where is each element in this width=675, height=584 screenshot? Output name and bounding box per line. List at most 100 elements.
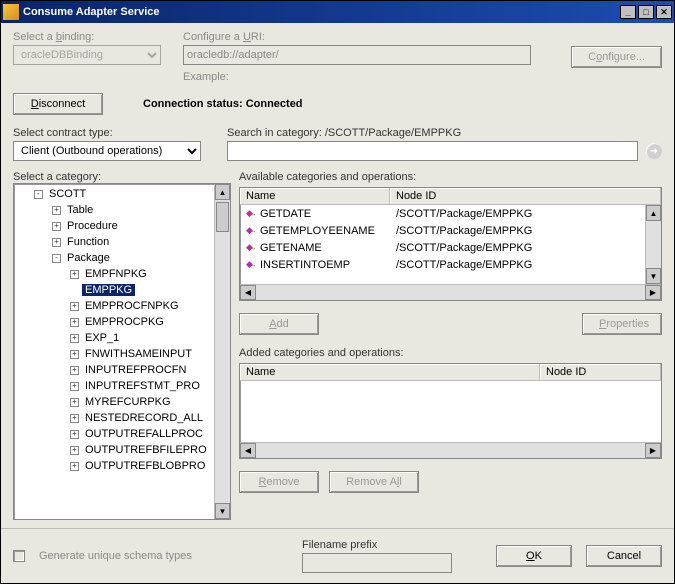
expand-icon[interactable]: + [70,366,79,375]
cancel-button[interactable]: Cancel [586,545,662,567]
category-label: Select a category: [13,171,231,183]
tree-node-label: OUTPUTREFALLPROC [82,428,206,440]
added-header: Name Node ID [240,364,661,381]
collapse-icon[interactable]: - [52,254,61,263]
expand-icon[interactable]: + [70,398,79,407]
tree-node[interactable]: +INPUTREFSTMT_PRO [16,378,214,394]
maximize-button[interactable]: □ [638,5,654,19]
expand-icon[interactable]: + [52,222,61,231]
leaf-icon [70,286,79,295]
tree-node-label: EXP_1 [82,332,122,344]
app-icon [3,4,19,20]
tree-node-label: INPUTREFPROCFN [82,364,189,376]
search-input[interactable] [227,141,638,161]
tree-node[interactable]: +MYREFCURPKG [16,394,214,410]
list-item[interactable]: INSERTINTOEMP/SCOTT/Package/EMPPKG [240,256,645,273]
tree-node[interactable]: -Package [16,250,214,266]
expand-icon[interactable]: + [52,238,61,247]
available-list[interactable]: Name Node ID GETDATE/SCOTT/Package/EMPPK… [239,187,662,301]
tree-node[interactable]: +EMPPROCFNPKG [16,298,214,314]
remove-button[interactable]: Remove [239,471,319,493]
expand-icon[interactable]: + [70,350,79,359]
uri-example-label: Example: [183,71,551,83]
uri-input[interactable] [183,45,531,65]
add-button[interactable]: Add [239,313,319,335]
binding-label: Select a binding: [13,31,163,43]
tree-node-label: SCOTT [46,188,89,200]
tree-node[interactable]: +INPUTREFPROCFN [16,362,214,378]
available-scrollbar[interactable]: ▲ ▼ [645,205,661,284]
list-item[interactable]: GETEMPLOYEENAME/SCOTT/Package/EMPPKG [240,222,645,239]
expand-icon[interactable]: + [70,430,79,439]
window-title: Consume Adapter Service [23,6,618,18]
tree-node[interactable]: +Table [16,202,214,218]
tree-node-label: INPUTREFSTMT_PRO [82,380,203,392]
operation-icon [246,225,256,235]
tree-node[interactable]: +EXP_1 [16,330,214,346]
tree-node[interactable]: +EMPFNPKG [16,266,214,282]
tree-node[interactable]: +OUTPUTREFBFILEPRO [16,442,214,458]
list-item[interactable]: GETENAME/SCOTT/Package/EMPPKG [240,239,645,256]
tree-node-label: Package [64,252,113,264]
tree-node-label: OUTPUTREFBFILEPRO [82,444,210,456]
bottom-bar: Generate unique schema types Filename pr… [1,528,674,583]
minimize-button[interactable]: _ [620,5,636,19]
contract-label: Select contract type: [13,127,203,139]
titlebar[interactable]: Consume Adapter Service _ □ ✕ [1,1,674,23]
tree-node-label: EMPPKG [82,284,135,296]
ok-button[interactable]: OK [496,545,572,567]
category-tree[interactable]: -SCOTT+Table+Procedure+Function-Package+… [13,183,231,520]
tree-node-label: EMPPROCPKG [82,316,167,328]
operation-icon [246,208,256,218]
tree-node[interactable]: +OUTPUTREFALLPROC [16,426,214,442]
available-header: Name Node ID [240,188,661,205]
expand-icon[interactable]: + [70,302,79,311]
expand-icon[interactable]: + [70,334,79,343]
collapse-icon[interactable]: - [34,190,43,199]
tree-node[interactable]: EMPPKG [16,282,214,298]
available-hscrollbar[interactable]: ◀▶ [240,284,661,300]
consume-adapter-window: Consume Adapter Service _ □ ✕ Select a b… [0,0,675,584]
close-button[interactable]: ✕ [656,5,672,19]
search-go-icon[interactable]: ➜ [646,143,662,159]
tree-node[interactable]: +NESTEDRECORD_ALL [16,410,214,426]
connection-status: Connection status: Connected [143,98,303,110]
added-list[interactable]: Name Node ID ◀▶ [239,363,662,459]
tree-node[interactable]: +Function [16,234,214,250]
gen-schema-checkbox[interactable] [13,550,25,562]
operation-icon [246,259,256,269]
tree-node[interactable]: +OUTPUTREFBLOBPRO [16,458,214,474]
expand-icon[interactable]: + [70,270,79,279]
search-label: Search in category: /SCOTT/Package/EMPPK… [227,127,662,139]
added-hscrollbar[interactable]: ◀▶ [240,442,661,458]
configure-button[interactable]: Configure... [571,46,662,68]
expand-icon[interactable]: + [70,446,79,455]
available-label: Available categories and operations: [239,171,662,183]
added-label: Added categories and operations: [239,347,662,359]
expand-icon[interactable]: + [70,318,79,327]
tree-scrollbar[interactable]: ▲ ▼ [214,184,230,519]
expand-icon[interactable]: + [52,206,61,215]
tree-node-label: FNWITHSAMEINPUT [82,348,195,360]
tree-node-label: EMPPROCFNPKG [82,300,182,312]
tree-node-label: EMPFNPKG [82,268,150,280]
disconnect-button[interactable]: Disconnect [13,93,103,115]
file-prefix-input[interactable] [302,553,452,573]
contract-select[interactable]: Client (Outbound operations) [13,141,201,161]
expand-icon[interactable]: + [70,462,79,471]
remove-all-button[interactable]: Remove All [329,471,419,493]
tree-node-label: MYREFCURPKG [82,396,174,408]
tree-node-label: NESTEDRECORD_ALL [82,412,206,424]
file-prefix-label: Filename prefix [302,539,452,551]
binding-select[interactable]: oracleDBBinding [13,45,161,65]
properties-button[interactable]: Properties [582,313,662,335]
tree-node[interactable]: +FNWITHSAMEINPUT [16,346,214,362]
list-item[interactable]: GETDATE/SCOTT/Package/EMPPKG [240,205,645,222]
expand-icon[interactable]: + [70,414,79,423]
tree-node[interactable]: +Procedure [16,218,214,234]
tree-node[interactable]: +EMPPROCPKG [16,314,214,330]
expand-icon[interactable]: + [70,382,79,391]
tree-node-label: Procedure [64,220,121,232]
tree-node[interactable]: -SCOTT [16,186,214,202]
tree-node-label: OUTPUTREFBLOBPRO [82,460,208,472]
